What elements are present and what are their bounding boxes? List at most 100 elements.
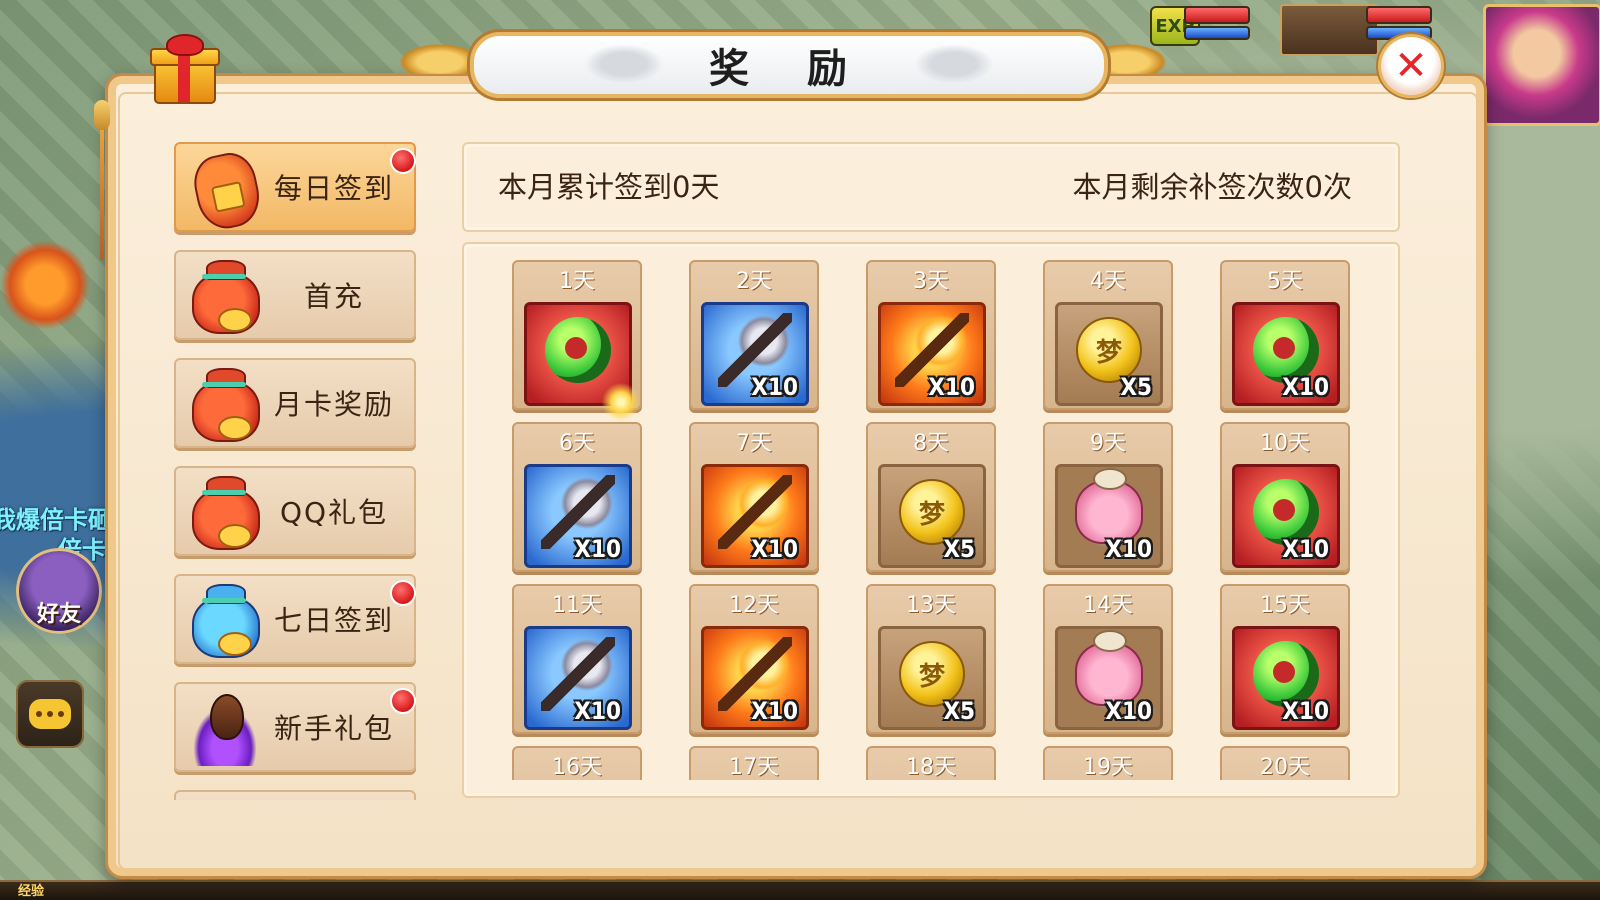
reward-day-card[interactable]: 15天 X10 [1220,584,1350,734]
reward-day-card[interactable]: 6天 X10 [512,422,642,572]
red-bag-icon [184,258,264,338]
reward-day-card[interactable]: 3天 X10 [866,260,996,410]
pet-hp-mp-bars [1184,6,1250,42]
menu-item-label: 七日签到 [273,604,394,637]
reward-item-slot[interactable]: X10 [1055,464,1163,568]
jade-ring-icon [545,317,611,384]
menu-item-qq-gift[interactable]: QQ礼包 [174,466,416,556]
reward-day-card[interactable]: 10天 X10 [1220,422,1350,572]
reward-day-card[interactable]: 17天 [689,746,819,780]
signin-summary: 本月累计签到0天 本月剩余补签次数0次 [462,142,1400,232]
reward-day-label: 18天 [906,755,956,780]
player-avatar[interactable] [1483,4,1600,126]
reward-day-card[interactable]: 12天 X10 [689,584,819,734]
notification-dot [390,688,416,714]
reward-item-slot[interactable]: 梦 X5 [878,464,986,568]
tassel-decoration [94,100,110,280]
reward-day-label: 20天 [1260,755,1310,780]
blue-bag-icon [184,582,264,662]
reward-day-card[interactable]: 18天 [866,746,996,780]
reward-day-label: 5天 [1267,269,1303,294]
reward-day-label: 12天 [729,593,779,618]
friends-button-label: 好友 [36,602,81,627]
daily-reward-grid-container[interactable]: 1天 2天 X10 3天 X10 4天梦 X5 5天 X10 6天 X10 7天 X10 8天梦 X5 9天 X… [462,242,1400,798]
reward-day-label: 9天 [1090,431,1126,456]
reward-quantity: X10 [1282,697,1329,725]
daily-reward-grid[interactable]: 1天 2天 X10 3天 X10 4天梦 X5 5天 X10 6天 X10 7天 X10 8天梦 X5 9天 X… [512,260,1352,780]
reward-item-slot[interactable]: X10 [1232,626,1340,730]
red-bag-icon [184,798,264,800]
reward-item-slot[interactable]: X10 [878,302,986,406]
egg-icon [184,690,264,770]
panel-title-bar: 奖 励 [470,32,1108,98]
reward-item-slot[interactable]: X10 [701,302,809,406]
reward-item-slot[interactable]: X10 [1232,464,1340,568]
reward-day-card[interactable]: 16天 [512,746,642,780]
reward-day-label: 11天 [552,593,602,618]
reward-item-slot[interactable]: X10 [701,626,809,730]
reward-day-card[interactable]: 11天 X10 [512,584,642,734]
reward-day-card[interactable]: 7天 X10 [689,422,819,572]
reward-item-slot[interactable]: X10 [1232,302,1340,406]
menu-item-label: 首充 [303,280,364,313]
menu-item-label: 新手礼包 [273,712,394,745]
reward-item-slot[interactable]: X10 [1055,626,1163,730]
notification-dot [390,580,416,606]
reward-day-card[interactable]: 14天 X10 [1043,584,1173,734]
reward-day-label: 16天 [552,755,602,780]
reward-day-card[interactable]: 1天 [512,260,642,410]
close-icon: ✕ [1394,43,1428,89]
close-button[interactable]: ✕ [1378,34,1444,98]
reward-quantity: X10 [1105,535,1152,563]
reward-quantity: X5 [1120,373,1152,401]
reward-item-slot[interactable]: X10 [524,464,632,568]
menu-item-label: 每日签到 [273,172,394,205]
reward-category-menu[interactable]: 每日签到 首充 月卡奖励 QQ礼包 七日签到 新手礼包 [174,142,418,800]
reward-quantity: X10 [751,697,798,725]
reward-quantity: X10 [751,373,798,401]
reward-day-label: 3天 [913,269,949,294]
menu-item-more[interactable] [174,790,416,800]
reward-day-label: 15天 [1260,593,1310,618]
reward-day-card[interactable]: 13天梦 X5 [866,584,996,734]
reward-day-label: 1天 [559,269,595,294]
reward-item-slot[interactable]: X10 [524,626,632,730]
reward-quantity: X10 [574,697,621,725]
reward-item-slot[interactable] [524,302,632,406]
menu-item-monthly-card[interactable]: 月卡奖励 [174,358,416,448]
reward-item-slot[interactable]: X10 [701,464,809,568]
reward-quantity: X10 [1282,373,1329,401]
red-lantern-icon [184,148,266,234]
reward-quantity: X10 [751,535,798,563]
menu-item-daily-signin[interactable]: 每日签到 [174,142,416,234]
reward-day-label: 14天 [1083,593,1133,618]
dragon-emblem-icon[interactable] [0,240,90,330]
menu-item-first-recharge[interactable]: 首充 [174,250,416,340]
chat-button[interactable] [16,680,84,748]
pet-portrait[interactable] [1280,4,1379,56]
friends-button[interactable]: 好友 [16,548,102,634]
reward-day-card[interactable]: 4天梦 X5 [1043,260,1173,410]
makeup-signin-remaining: 本月剩余补签次数0次 [1072,170,1352,204]
reward-day-card[interactable]: 20天 [1220,746,1350,780]
reward-day-card[interactable]: 2天 X10 [689,260,819,410]
menu-item-newbie-gift[interactable]: 新手礼包 [174,682,416,772]
reward-quantity: X10 [1282,535,1329,563]
monthly-signin-count: 本月累计签到0天 [498,170,720,204]
reward-day-label: 19天 [1083,755,1133,780]
reward-day-card[interactable]: 8天梦 X5 [866,422,996,572]
menu-item-seven-day-signin[interactable]: 七日签到 [174,574,416,664]
reward-quantity: X10 [1105,697,1152,725]
red-bag-icon [184,474,264,554]
notification-dot [390,148,416,174]
menu-item-label: QQ礼包 [279,496,389,529]
reward-item-slot[interactable]: 梦 X5 [878,626,986,730]
gift-box-icon [150,34,220,104]
reward-day-card[interactable]: 9天 X10 [1043,422,1173,572]
reward-day-card[interactable]: 19天 [1043,746,1173,780]
red-bag-icon [184,366,264,446]
reward-day-card[interactable]: 5天 X10 [1220,260,1350,410]
reward-quantity: X10 [928,373,975,401]
reward-day-label: 10天 [1260,431,1310,456]
reward-item-slot[interactable]: 梦 X5 [1055,302,1163,406]
